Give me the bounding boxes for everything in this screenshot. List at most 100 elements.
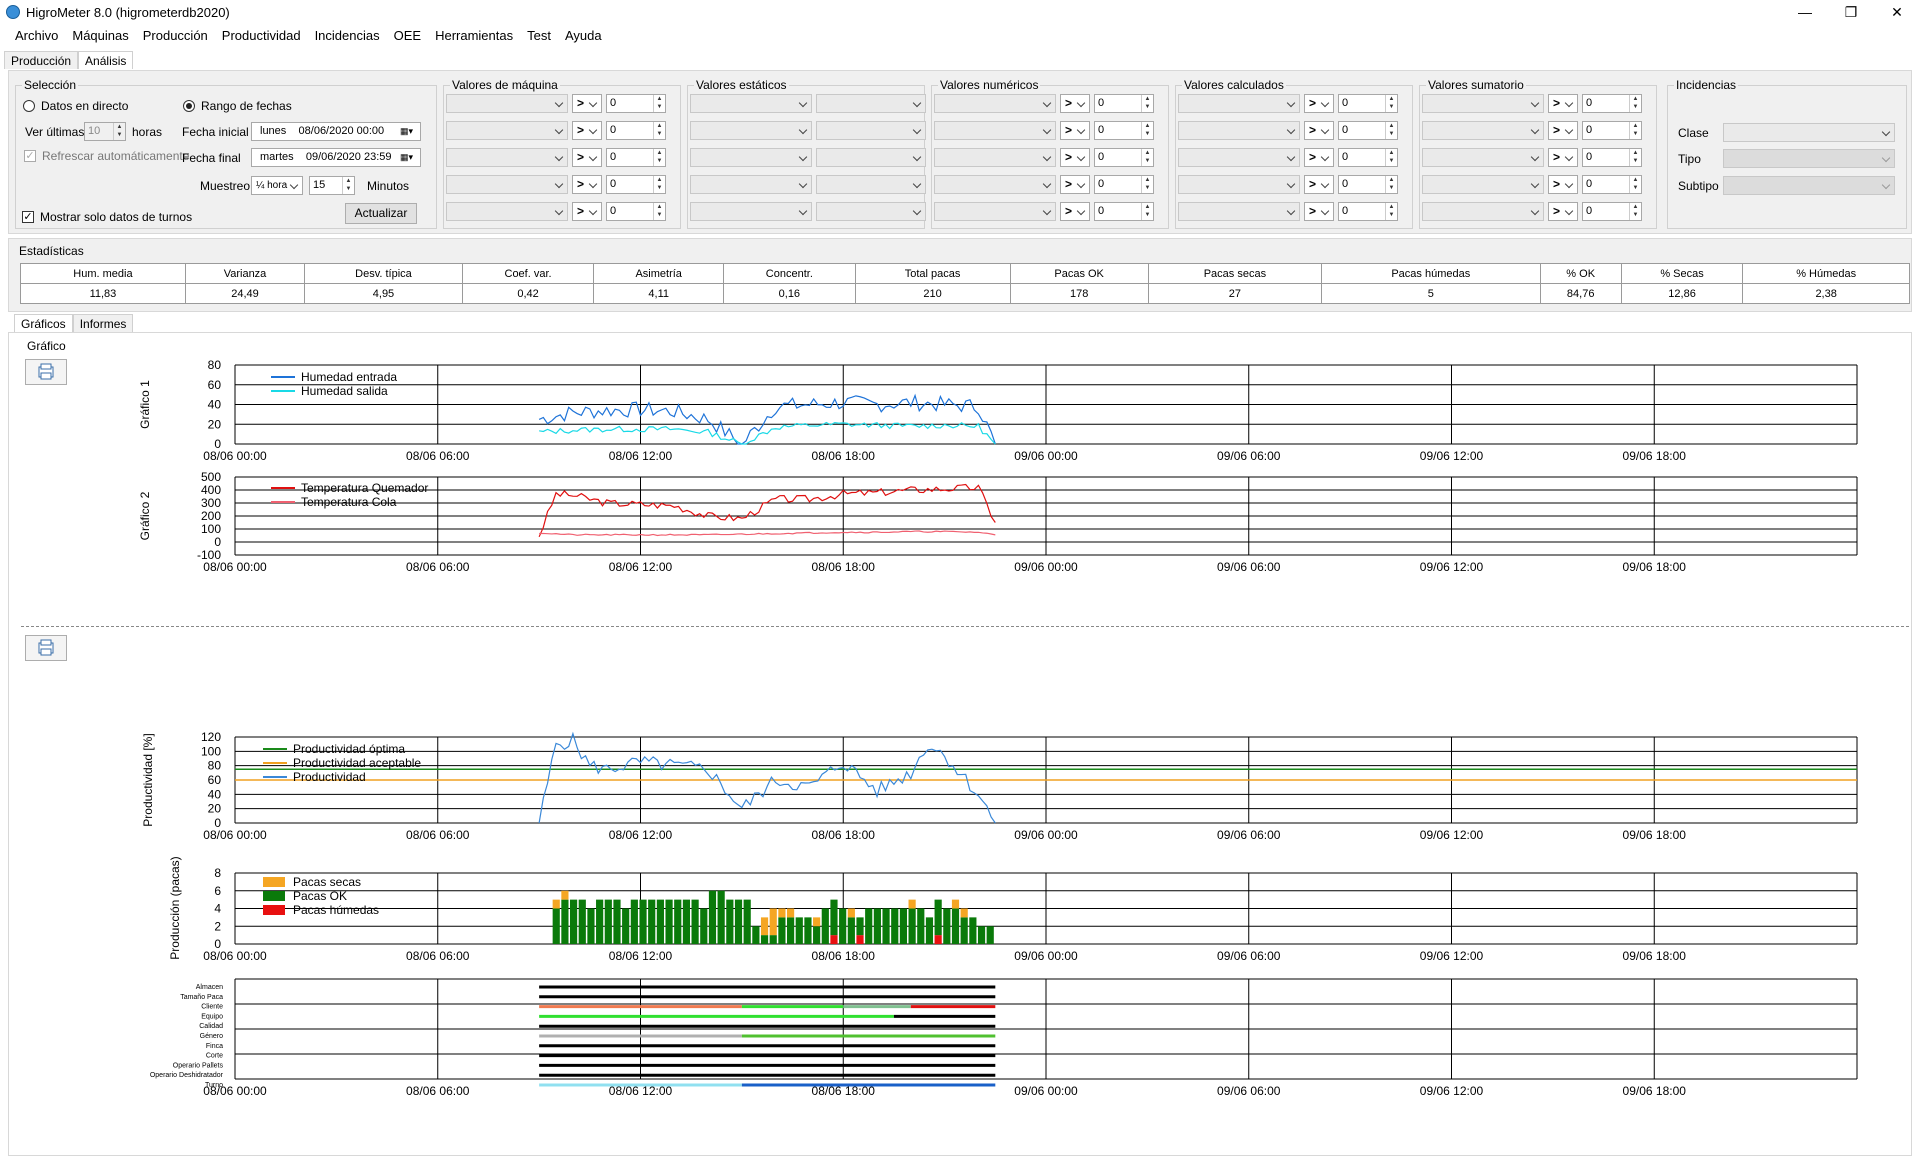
tab-graficos[interactable]: Gráficos — [14, 314, 73, 332]
filter-field-select[interactable] — [1422, 202, 1544, 221]
menu-produccion[interactable]: Producción — [136, 28, 215, 43]
filter-value-select[interactable] — [816, 121, 926, 140]
filter-field-select[interactable] — [934, 94, 1056, 113]
filter-value-spinner[interactable]: 0 ▲ ▼ — [606, 94, 666, 113]
filter-value-spinner[interactable]: 0 ▲ ▼ — [1338, 148, 1398, 167]
filter-operator-select[interactable]: > — [1304, 175, 1334, 194]
filter-operator-select[interactable]: > — [1304, 148, 1334, 167]
solo-turnos-checkbox[interactable]: ✓ — [22, 211, 34, 223]
filter-operator-select[interactable]: > — [1060, 121, 1090, 140]
filter-operator-select[interactable]: > — [1304, 202, 1334, 221]
close-button[interactable]: ✕ — [1874, 0, 1920, 24]
filter-operator-select[interactable]: > — [572, 148, 602, 167]
actualizar-button[interactable]: Actualizar — [345, 203, 417, 224]
filter-value-spinner[interactable]: 0 ▲ ▼ — [1582, 94, 1642, 113]
filter-field-select[interactable] — [1178, 148, 1300, 167]
filter-field-select[interactable] — [1178, 175, 1300, 194]
filter-operator-select[interactable]: > — [1548, 202, 1578, 221]
menu-archivo[interactable]: Archivo — [8, 28, 65, 43]
filter-operator-select[interactable]: > — [1304, 121, 1334, 140]
filter-value-select[interactable] — [816, 202, 926, 221]
filter-operator-select[interactable]: > — [1060, 202, 1090, 221]
filter-operator-select[interactable]: > — [1060, 175, 1090, 194]
filter-value-spinner[interactable]: 0 ▲ ▼ — [1094, 202, 1154, 221]
filter-field-select[interactable] — [1422, 121, 1544, 140]
muestreo-select[interactable]: ¼ hora — [251, 176, 303, 195]
filter-field-select[interactable] — [690, 202, 812, 221]
rango-fechas-radio[interactable] — [183, 100, 195, 112]
filter-field-select[interactable] — [1178, 94, 1300, 113]
tab-analisis[interactable]: Análisis — [78, 51, 134, 69]
filter-field-select[interactable] — [1422, 148, 1544, 167]
tab-produccion[interactable]: Producción — [4, 51, 79, 69]
filter-operator-select[interactable]: > — [1548, 148, 1578, 167]
menu-test[interactable]: Test — [520, 28, 558, 43]
filter-operator-select[interactable]: > — [572, 94, 602, 113]
calendar-icon[interactable]: ▦▾ — [400, 151, 418, 164]
filter-value-select[interactable] — [816, 175, 926, 194]
menu-herramientas[interactable]: Herramientas — [428, 28, 520, 43]
filter-field-select[interactable] — [934, 121, 1056, 140]
menu-ayuda[interactable]: Ayuda — [558, 28, 609, 43]
filter-field-select[interactable] — [446, 94, 568, 113]
tipo-select[interactable] — [1723, 149, 1895, 168]
filter-field-select[interactable] — [934, 148, 1056, 167]
filter-value-spinner[interactable]: 0 ▲ ▼ — [1338, 121, 1398, 140]
maximize-button[interactable]: ❐ — [1828, 0, 1874, 24]
clase-select[interactable] — [1723, 123, 1895, 142]
filter-operator-select[interactable]: > — [1304, 94, 1334, 113]
filter-operator-select[interactable]: > — [572, 121, 602, 140]
filter-value-spinner[interactable]: 0 ▲ ▼ — [1094, 121, 1154, 140]
filter-operator-select[interactable]: > — [1060, 148, 1090, 167]
filter-field-select[interactable] — [690, 94, 812, 113]
filter-field-select[interactable] — [446, 175, 568, 194]
tab-informes[interactable]: Informes — [72, 314, 134, 332]
filter-operator-select[interactable]: > — [572, 202, 602, 221]
filter-value-spinner[interactable]: 0 ▲ ▼ — [1582, 121, 1642, 140]
filter-field-select[interactable] — [934, 175, 1056, 194]
filter-field-select[interactable] — [1178, 202, 1300, 221]
horas-spinner[interactable]: 10 ▲ ▼ — [84, 122, 126, 141]
filter-value-spinner[interactable]: 0 ▲ ▼ — [1338, 175, 1398, 194]
filter-value-select[interactable] — [816, 148, 926, 167]
filter-value-spinner[interactable]: 0 ▲ ▼ — [1094, 148, 1154, 167]
filter-operator-select[interactable]: > — [1548, 121, 1578, 140]
filter-field-select[interactable] — [690, 121, 812, 140]
filter-field-select[interactable] — [690, 148, 812, 167]
minimize-button[interactable]: — — [1782, 0, 1828, 24]
filter-value-spinner[interactable]: 0 ▲ ▼ — [606, 175, 666, 194]
menu-productividad[interactable]: Productividad — [215, 28, 308, 43]
filter-field-select[interactable] — [446, 121, 568, 140]
calendar-icon[interactable]: ▦▾ — [400, 125, 418, 138]
filter-value-spinner[interactable]: 0 ▲ ▼ — [606, 121, 666, 140]
filter-value-spinner[interactable]: 0 ▲ ▼ — [606, 202, 666, 221]
filter-value-spinner[interactable]: 0 ▲ ▼ — [1094, 175, 1154, 194]
subtipo-select[interactable] — [1723, 176, 1895, 195]
filter-field-select[interactable] — [1178, 121, 1300, 140]
filter-field-select[interactable] — [1422, 175, 1544, 194]
menu-oee[interactable]: OEE — [387, 28, 428, 43]
filter-value-spinner[interactable]: 0 ▲ ▼ — [1338, 94, 1398, 113]
fecha-final-picker[interactable]: martes 09/06/2020 23:59 ▦▾ — [251, 148, 421, 167]
filter-operator-select[interactable]: > — [1548, 175, 1578, 194]
filter-value-spinner[interactable]: 0 ▲ ▼ — [606, 148, 666, 167]
fecha-inicial-picker[interactable]: lunes 08/06/2020 00:00 ▦▾ — [251, 122, 421, 141]
filter-field-select[interactable] — [446, 148, 568, 167]
menu-maquinas[interactable]: Máquinas — [65, 28, 135, 43]
minutos-spinner[interactable]: 15 ▲ ▼ — [309, 176, 355, 195]
datos-directo-radio[interactable] — [23, 100, 35, 112]
filter-field-select[interactable] — [1422, 94, 1544, 113]
filter-field-select[interactable] — [934, 202, 1056, 221]
filter-operator-select[interactable]: > — [1548, 94, 1578, 113]
menu-incidencias[interactable]: Incidencias — [308, 28, 387, 43]
filter-value-spinner[interactable]: 0 ▲ ▼ — [1582, 202, 1642, 221]
filter-value-spinner[interactable]: 0 ▲ ▼ — [1582, 175, 1642, 194]
filter-operator-select[interactable]: > — [1060, 94, 1090, 113]
refrescar-checkbox[interactable]: ✓ — [24, 150, 36, 162]
filter-field-select[interactable] — [446, 202, 568, 221]
filter-operator-select[interactable]: > — [572, 175, 602, 194]
filter-value-select[interactable] — [816, 94, 926, 113]
filter-field-select[interactable] — [690, 175, 812, 194]
filter-value-spinner[interactable]: 0 ▲ ▼ — [1582, 148, 1642, 167]
filter-value-spinner[interactable]: 0 ▲ ▼ — [1094, 94, 1154, 113]
